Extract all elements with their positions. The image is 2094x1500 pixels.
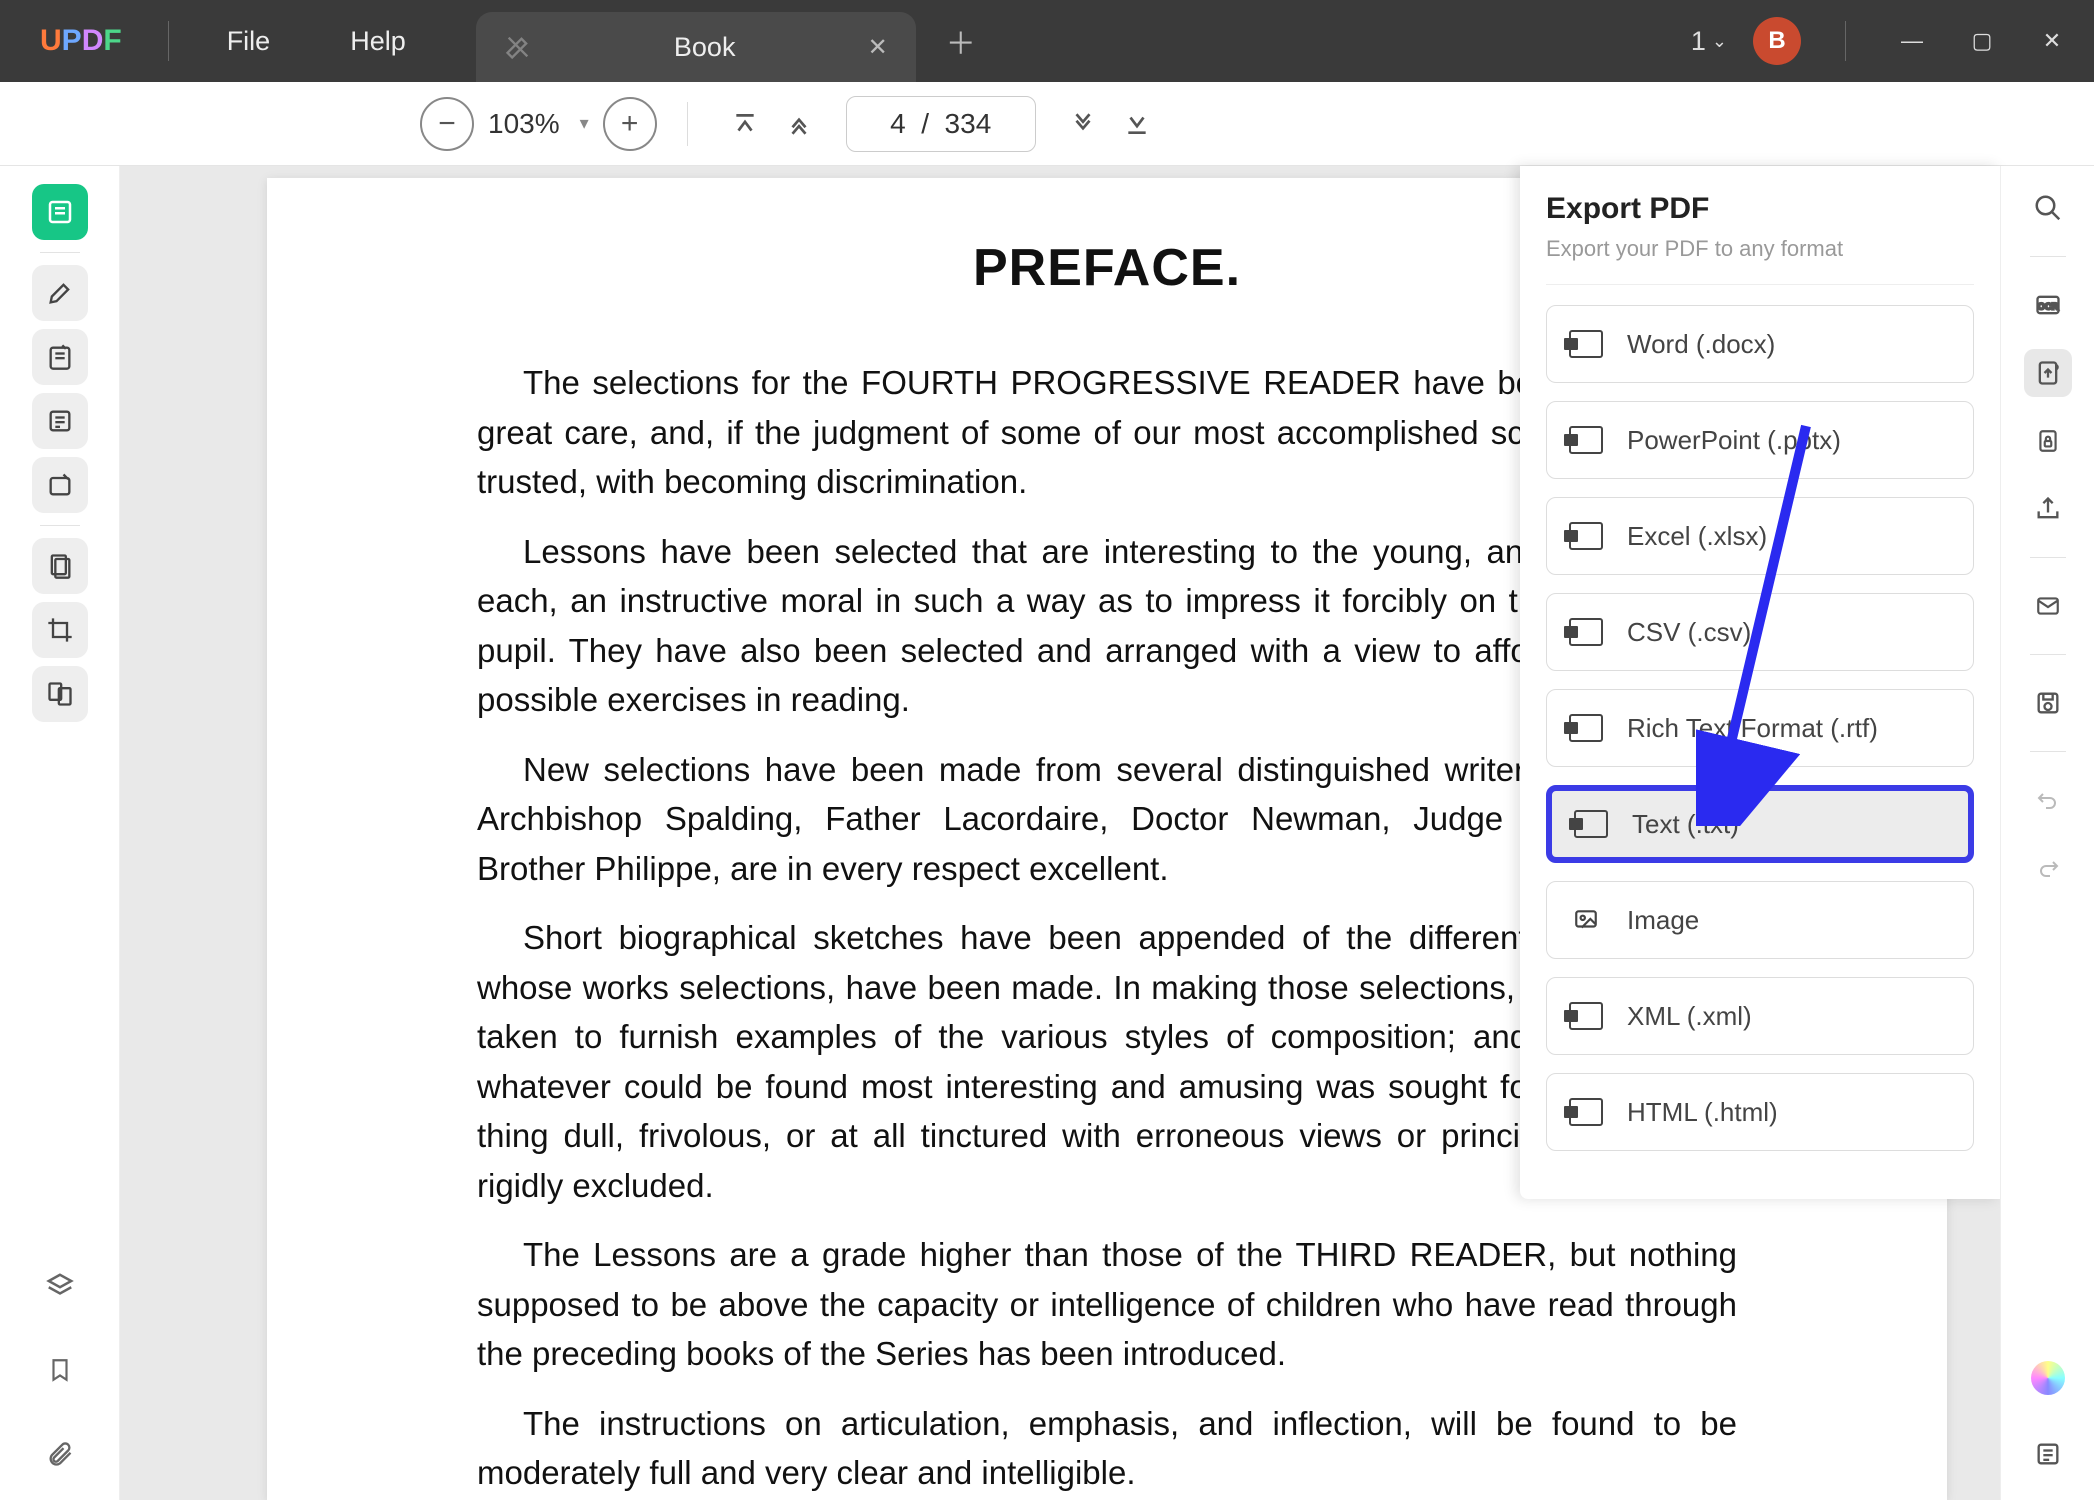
page-number-input[interactable] (846, 96, 1036, 152)
app-logo: UPDF (40, 24, 122, 58)
excel-icon (1569, 519, 1603, 553)
fill-sign-tool[interactable] (32, 457, 88, 513)
ocr-button[interactable]: OCR (2024, 281, 2072, 329)
undo-button[interactable] (2024, 776, 2072, 824)
separator (2030, 557, 2066, 558)
export-word[interactable]: Word (.docx) (1546, 305, 1974, 383)
user-avatar[interactable]: B (1753, 17, 1801, 65)
menu-help[interactable]: Help (310, 26, 446, 57)
export-rtf[interactable]: Rich Text Format (.rtf) (1546, 689, 1974, 767)
last-page-button[interactable] (1110, 97, 1164, 151)
text-tool[interactable] (32, 393, 88, 449)
rtf-icon (1569, 711, 1603, 745)
powerpoint-icon (1569, 423, 1603, 457)
export-image[interactable]: Image (1546, 881, 1974, 959)
left-sidebar (0, 166, 120, 1500)
menu-file[interactable]: File (187, 26, 311, 57)
titlebar-right: 1⌄ B — ▢ ✕ (1691, 17, 2074, 65)
separator (168, 21, 169, 61)
prev-page-button[interactable] (772, 97, 826, 151)
left-rail-bottom (32, 1258, 88, 1482)
panel-title: Export PDF (1546, 192, 1974, 226)
bookmark-button[interactable] (32, 1342, 88, 1398)
right-rail-bottom (2024, 1354, 2072, 1478)
export-text[interactable]: Text (.txt) (1546, 785, 1974, 863)
maximize-button[interactable]: ▢ (1960, 19, 2004, 63)
compare-tool[interactable] (32, 666, 88, 722)
document-tab[interactable]: Book ✕ (476, 12, 916, 82)
next-page-button[interactable] (1056, 97, 1110, 151)
titlebar: UPDF File Help Book ✕ ＋ 1⌄ B — ▢ ✕ (0, 0, 2094, 82)
csv-icon (1569, 615, 1603, 649)
close-window-button[interactable]: ✕ (2030, 19, 2074, 63)
chevron-down-icon: ▾ (580, 113, 589, 134)
zoom-out-button[interactable]: − (420, 97, 474, 151)
search-button[interactable] (2024, 184, 2072, 232)
panel-subtitle: Export your PDF to any format (1546, 236, 1974, 262)
export-excel[interactable]: Excel (.xlsx) (1546, 497, 1974, 575)
right-sidebar: OCR (2000, 166, 2094, 1500)
separator (2030, 256, 2066, 257)
export-button[interactable] (2024, 349, 2072, 397)
protect-button[interactable] (2024, 417, 2072, 465)
crop-tool[interactable] (32, 602, 88, 658)
zoom-level[interactable]: 103%▾ (488, 108, 589, 140)
edit-disabled-icon (504, 33, 532, 61)
export-html[interactable]: HTML (.html) (1546, 1073, 1974, 1151)
reader-mode-button[interactable] (32, 184, 88, 240)
export-pdf-panel: Export PDF Export your PDF to any format… (1520, 166, 2000, 1199)
page-organize-tool[interactable] (32, 538, 88, 594)
paragraph: The Lessons are a grade higher than thos… (477, 1230, 1737, 1379)
ai-icon (2031, 1361, 2065, 1395)
highlight-tool[interactable] (32, 265, 88, 321)
html-icon (1569, 1095, 1603, 1129)
first-page-button[interactable] (718, 97, 772, 151)
save-button[interactable] (2024, 679, 2072, 727)
email-button[interactable] (2024, 582, 2072, 630)
separator (40, 252, 80, 253)
redo-button[interactable] (2024, 844, 2072, 892)
txt-icon (1574, 807, 1608, 841)
separator (2030, 654, 2066, 655)
export-powerpoint[interactable]: PowerPoint (.pptx) (1546, 401, 1974, 479)
share-button[interactable] (2024, 485, 2072, 533)
tab-close-button[interactable]: ✕ (868, 33, 888, 62)
export-xml[interactable]: XML (.xml) (1546, 977, 1974, 1055)
xml-icon (1569, 999, 1603, 1033)
comment-tool[interactable] (32, 329, 88, 385)
ai-assistant-button[interactable] (2024, 1354, 2072, 1402)
word-icon (1569, 327, 1603, 361)
separator (687, 102, 688, 146)
attachment-button[interactable] (32, 1426, 88, 1482)
image-icon (1569, 903, 1603, 937)
svg-text:OCR: OCR (2037, 302, 2058, 312)
notes-panel-button[interactable] (2024, 1430, 2072, 1478)
export-csv[interactable]: CSV (.csv) (1546, 593, 1974, 671)
zoom-in-button[interactable]: + (603, 97, 657, 151)
minimize-button[interactable]: — (1890, 19, 1934, 63)
layers-button[interactable] (32, 1258, 88, 1314)
main-body: PREFACE. The selections for the FOURTH P… (0, 166, 2094, 1500)
notification-count[interactable]: 1⌄ (1691, 26, 1727, 57)
separator (40, 525, 80, 526)
new-tab-button[interactable]: ＋ (946, 19, 976, 63)
separator (1845, 21, 1846, 61)
separator (2030, 751, 2066, 752)
tab-title: Book (622, 32, 788, 63)
toolbar: − 103%▾ + (0, 82, 2094, 166)
paragraph: The instructions on articulation, emphas… (477, 1399, 1737, 1498)
separator (1546, 284, 1974, 285)
